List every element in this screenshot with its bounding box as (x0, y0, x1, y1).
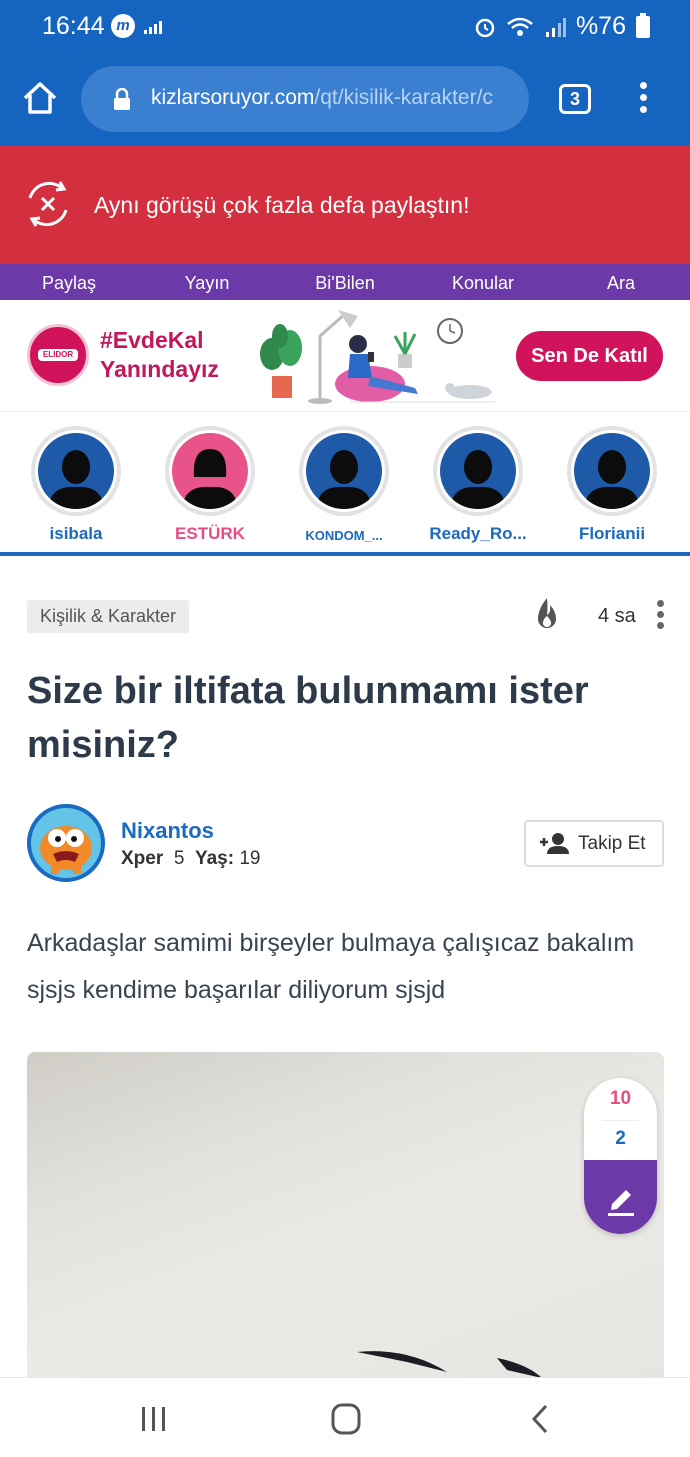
like-count[interactable]: 10 (584, 1088, 657, 1110)
story-avatar (433, 426, 523, 516)
story-username: Florianii (578, 524, 646, 543)
story-username: Ready_Ro... (429, 524, 527, 543)
story-username: isibala (49, 524, 103, 543)
battery-percent: %76 (575, 12, 626, 40)
status-right: %76 (474, 12, 650, 41)
ad-banner[interactable]: ELIDOR #EvdeKal Yanındayız Sen De Katıl (0, 300, 690, 412)
pencil-icon (608, 1190, 634, 1216)
nav-item-search[interactable]: Ara (561, 273, 681, 294)
nav-item-topics[interactable]: Konular (423, 273, 543, 294)
story-avatar (31, 426, 121, 516)
status-bar: 16:44 m %76 (0, 0, 690, 52)
status-time: 16:44 (42, 12, 105, 40)
error-icon (28, 181, 68, 227)
browser-menu-icon[interactable] (636, 82, 650, 118)
author-age: 19 (239, 848, 261, 869)
male-avatar-icon (574, 433, 650, 509)
alarm-icon (475, 18, 495, 37)
lock-icon (114, 88, 130, 110)
data-bars-icon (144, 21, 162, 34)
url-bar[interactable]: kizlarsoruyor.com/qt/kisilik-karakter/c (81, 66, 529, 132)
male-avatar-icon (306, 433, 382, 509)
story-username: ESTÜRK (175, 524, 245, 543)
browser-toolbar: kizlarsoruyor.com/qt/kisilik-karakter/c … (0, 52, 690, 146)
messenger-icon: m (111, 14, 135, 38)
signal-icon (545, 17, 566, 37)
post-body: Arkadaşlar samimi birşeyler bulmaya çalı… (27, 929, 635, 1004)
story-item[interactable]: isibala (16, 426, 136, 544)
comment-count[interactable]: 2 (584, 1128, 657, 1150)
male-avatar-icon (38, 433, 114, 509)
follow-button[interactable]: Takip Et (524, 820, 664, 867)
divider (602, 1120, 639, 1121)
story-item[interactable]: Ready_Ro... (418, 426, 538, 544)
nav-item-share[interactable]: Paylaş (9, 273, 129, 294)
recent-apps-icon[interactable] (134, 1402, 174, 1436)
tab-switcher-button[interactable]: 3 (559, 84, 591, 114)
story-avatar (567, 426, 657, 516)
ad-illustration-icon (260, 310, 495, 404)
author-age-label: Yaş: (194, 848, 235, 869)
wifi-icon (507, 17, 533, 36)
story-item[interactable]: ESTÜRK (150, 426, 270, 544)
divider (0, 552, 690, 556)
author-level: 5 (173, 848, 185, 869)
add-user-icon (540, 833, 569, 854)
male-avatar-icon (440, 433, 516, 509)
female-avatar-icon (172, 433, 248, 509)
top-nav: Paylaş Yayın Bi'Bilen Konular Ara (0, 264, 690, 300)
url-text: kizlarsoruyor.com/qt/kisilik-karakter/c (151, 86, 521, 110)
author-avatar[interactable] (27, 804, 105, 882)
elidor-logo: ELIDOR (27, 324, 89, 386)
battery-icon (636, 12, 650, 38)
error-banner: Aynı görüşü çok fazla defa paylaştın! (0, 146, 690, 264)
post-photo-icon (357, 1351, 542, 1378)
url-domain: kizlarsoruyor.com (151, 86, 315, 109)
post-time: 4 sa (598, 605, 636, 627)
nav-item-feed[interactable]: Yayın (147, 273, 267, 294)
story-item[interactable]: KONDOM_... (284, 426, 404, 543)
url-path: /qt/kisilik-karakter/c (314, 86, 493, 109)
back-icon[interactable] (520, 1402, 560, 1436)
story-avatar (165, 426, 255, 516)
category-tag[interactable]: Kişilik & Karakter (27, 600, 190, 633)
author-name[interactable]: Nixantos (121, 818, 214, 844)
fire-icon (538, 598, 556, 628)
screen: 16:44 m %76 kizlarsoruyor.com/qt/kisilik… (0, 0, 690, 1457)
vote-widget: 10 2 (584, 1078, 657, 1234)
post-title: Size bir iltifata bulunmamı ister misini… (27, 670, 589, 766)
system-nav-bar (0, 1377, 690, 1457)
stories-row: isibala ESTÜRK KONDOM_... Ready_Ro... Fl… (0, 412, 690, 554)
ad-hashtag-line2: Yanındayız (100, 356, 219, 382)
write-opinion-button[interactable] (584, 1160, 657, 1234)
post-image[interactable] (27, 1052, 664, 1382)
story-avatar (299, 426, 389, 516)
story-item[interactable]: Florianii (552, 426, 672, 544)
author-level-label: Xper (121, 848, 164, 869)
follow-label: Takip Et (578, 833, 646, 854)
nav-item-bibilen[interactable]: Bi'Bilen (285, 273, 405, 294)
story-username: KONDOM_... (305, 528, 383, 543)
ad-hashtag-line1: #EvdeKal (100, 327, 204, 353)
home-nav-icon[interactable] (326, 1402, 366, 1436)
home-icon[interactable] (20, 78, 60, 118)
ad-hashtag: #EvdeKal Yanındayız (100, 326, 219, 384)
brand-label: ELIDOR (38, 349, 78, 361)
error-message: Aynı görüşü çok fazla defa paylaştın! (94, 192, 470, 218)
author-meta: Xper 5 Yaş: 19 (121, 848, 260, 870)
post-options-icon[interactable] (654, 600, 666, 632)
ad-cta-button[interactable]: Sen De Katıl (516, 331, 663, 381)
